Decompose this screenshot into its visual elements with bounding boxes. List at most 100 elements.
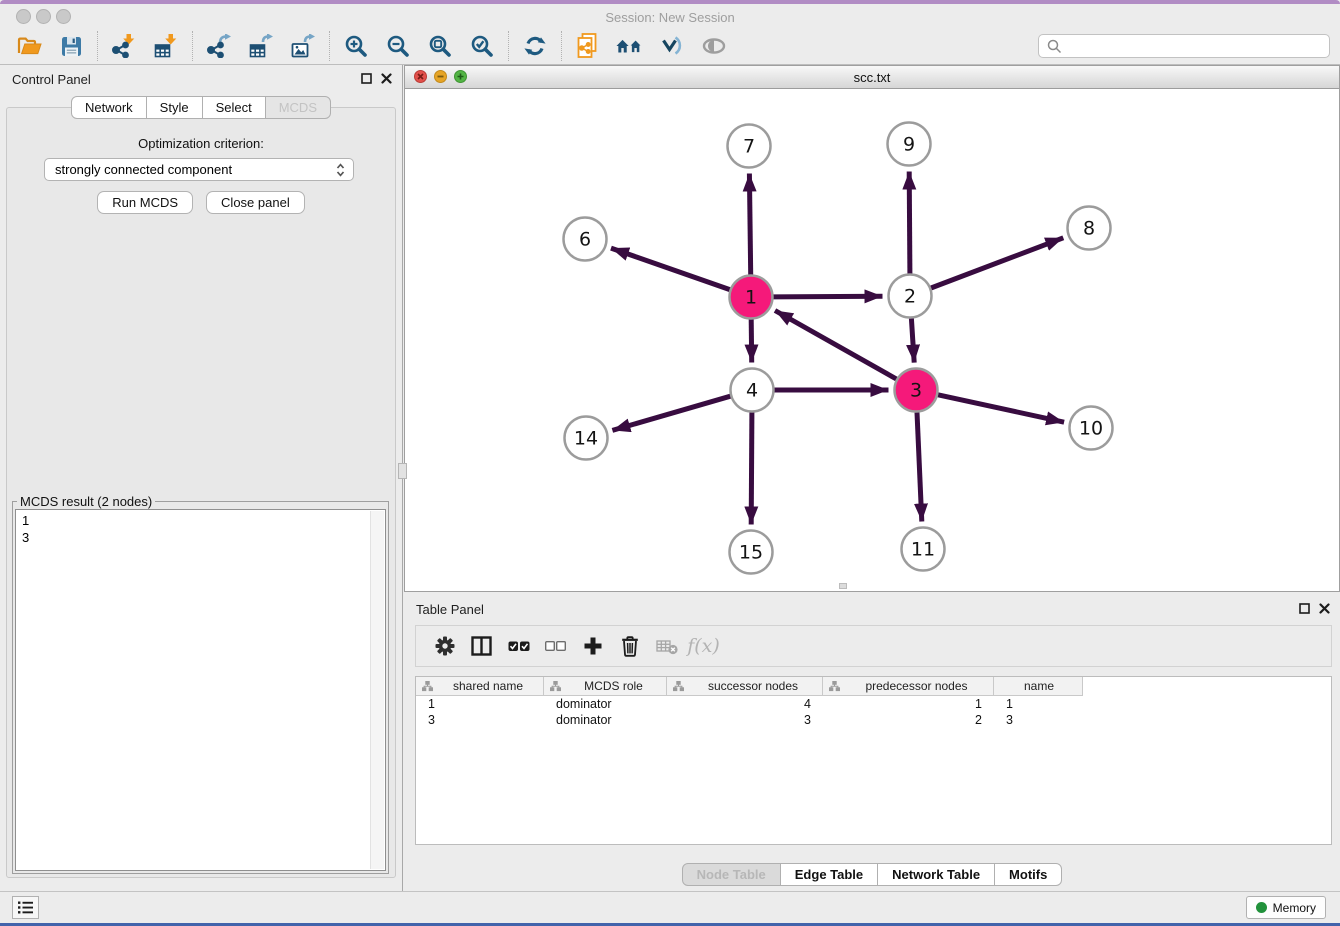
control-panel-tab-style[interactable]: Style [146, 96, 203, 119]
control-panel-tab-network[interactable]: Network [71, 96, 147, 119]
column-header-successor-nodes[interactable]: successor nodes [667, 677, 823, 696]
float-panel-icon[interactable] [361, 73, 372, 84]
canvas-resize-handle[interactable] [839, 583, 847, 589]
hide-selected-button[interactable] [658, 31, 686, 61]
close-panel-icon[interactable] [381, 73, 392, 84]
search-input[interactable] [1067, 36, 1329, 56]
zoom-selected-button[interactable] [468, 31, 496, 61]
function-builder-button: f(x) [685, 635, 722, 657]
graph-node-9[interactable]: 9 [888, 123, 931, 166]
graph-node-11[interactable]: 11 [902, 528, 945, 571]
panel-divider-handle[interactable] [398, 463, 407, 479]
toolbar-separator [561, 31, 562, 61]
graph-node-10[interactable]: 10 [1070, 407, 1113, 450]
table-cell[interactable]: dominator [544, 697, 667, 711]
columns-icon [471, 636, 492, 656]
close-panel-button[interactable]: Close panel [206, 191, 305, 214]
graph-edge-3-11[interactable] [917, 413, 922, 522]
graph-node-6[interactable]: 6 [564, 218, 607, 261]
unselect-all-columns-button[interactable] [537, 641, 574, 651]
column-header-mcds-role[interactable]: MCDS role [544, 677, 667, 696]
import-network-button[interactable] [110, 31, 138, 61]
graph-edge-4-14[interactable] [612, 396, 730, 430]
memory-button[interactable]: Memory [1246, 896, 1326, 919]
graph-edge-1-2[interactable] [774, 296, 883, 297]
table-row[interactable]: 1dominator411 [416, 696, 1331, 712]
table-row[interactable]: 3dominator323 [416, 712, 1331, 728]
graph-edge-2-8[interactable] [931, 238, 1063, 288]
attribute-tree-icon [829, 681, 840, 692]
graph-edge-3-10[interactable] [938, 395, 1064, 422]
table-cell[interactable]: 3 [994, 713, 1083, 727]
run-mcds-button[interactable]: Run MCDS [97, 191, 193, 214]
table-cell[interactable]: 2 [823, 713, 994, 727]
export-image-button[interactable] [289, 31, 317, 61]
graph-node-14[interactable]: 14 [565, 417, 608, 460]
search-icon [1047, 39, 1062, 54]
graph-edge-3-1[interactable] [775, 311, 896, 380]
node-label: 11 [911, 539, 935, 561]
table-panel-tab-motifs[interactable]: Motifs [994, 863, 1062, 886]
import-table-button[interactable] [152, 31, 180, 61]
optimization-criterion-select[interactable]: strongly connected component [44, 158, 354, 181]
select-all-columns-button[interactable] [500, 641, 537, 652]
export-table-button[interactable] [247, 31, 275, 61]
graph-node-4[interactable]: 4 [731, 369, 774, 412]
control-panel-title: Control Panel [12, 72, 91, 87]
graph-edge-2-9[interactable] [909, 172, 910, 274]
graph-node-3[interactable]: 3 [895, 369, 938, 412]
zoom-in-button[interactable] [342, 31, 370, 61]
float-panel-icon[interactable] [1299, 603, 1310, 614]
show-column-button[interactable] [463, 636, 500, 656]
zoom-fit-button[interactable] [426, 31, 454, 61]
table-cell[interactable]: 1 [416, 697, 544, 711]
table-cell[interactable]: 3 [416, 713, 544, 727]
import-table-icon [154, 34, 178, 58]
create-column-button[interactable] [574, 636, 611, 656]
open-session-button[interactable] [15, 31, 43, 61]
graph-node-8[interactable]: 8 [1068, 207, 1111, 250]
graph-edge-2-3[interactable] [911, 319, 914, 363]
column-header-name[interactable]: name [994, 677, 1083, 696]
graph-node-2[interactable]: 2 [889, 275, 932, 318]
table-panel-tab-network-table[interactable]: Network Table [877, 863, 995, 886]
delete-columns-button[interactable] [611, 635, 648, 657]
table-cell[interactable]: dominator [544, 713, 667, 727]
mcds-result-list[interactable]: 13 [15, 509, 386, 871]
zoom-out-button[interactable] [384, 31, 412, 61]
table-cell[interactable]: 4 [667, 697, 823, 711]
save-session-button[interactable] [57, 31, 85, 61]
close-panel-icon[interactable] [1319, 603, 1330, 614]
result-scrollbar[interactable] [370, 511, 384, 869]
column-header-label: name [1000, 679, 1078, 693]
graph-node-1[interactable]: 1 [730, 276, 773, 319]
attribute-tree-icon [550, 681, 561, 692]
new-network-from-selection-button[interactable] [574, 31, 602, 61]
table-panel-tab-edge-table[interactable]: Edge Table [780, 863, 878, 886]
node-label: 15 [739, 542, 763, 564]
zoom-fit-icon [428, 34, 452, 58]
column-header-predecessor-nodes[interactable]: predecessor nodes [823, 677, 994, 696]
table-settings-button[interactable] [426, 635, 463, 657]
control-panel-tab-select[interactable]: Select [202, 96, 266, 119]
table-panel-title: Table Panel [416, 602, 484, 617]
table-cell[interactable]: 1 [823, 697, 994, 711]
table-panel-tab-node-table[interactable]: Node Table [682, 863, 781, 886]
home-button[interactable] [616, 31, 644, 61]
graph-edge-1-6[interactable] [611, 248, 730, 290]
network-view-window: scc.txt 1234678910111415 [404, 65, 1340, 592]
table-cell[interactable]: 1 [994, 697, 1083, 711]
column-header-shared-name[interactable]: shared name [416, 677, 544, 696]
export-network-button[interactable] [205, 31, 233, 61]
open-folder-icon [17, 36, 42, 57]
apply-preferred-layout-button[interactable] [521, 31, 549, 61]
table-cell[interactable]: 3 [667, 713, 823, 727]
graph-edge-1-7[interactable] [749, 174, 750, 275]
task-history-button[interactable] [12, 896, 39, 919]
graph-node-15[interactable]: 15 [730, 531, 773, 574]
graph-edge-1-4[interactable] [751, 320, 752, 363]
control-panel-tab-mcds[interactable]: MCDS [265, 96, 331, 119]
graph-node-7[interactable]: 7 [728, 125, 771, 168]
network-canvas[interactable]: 1 2 3 4 6 7 8 9 10 11 14 15 [405, 88, 1339, 591]
graph-edge-4-15[interactable] [751, 413, 752, 525]
